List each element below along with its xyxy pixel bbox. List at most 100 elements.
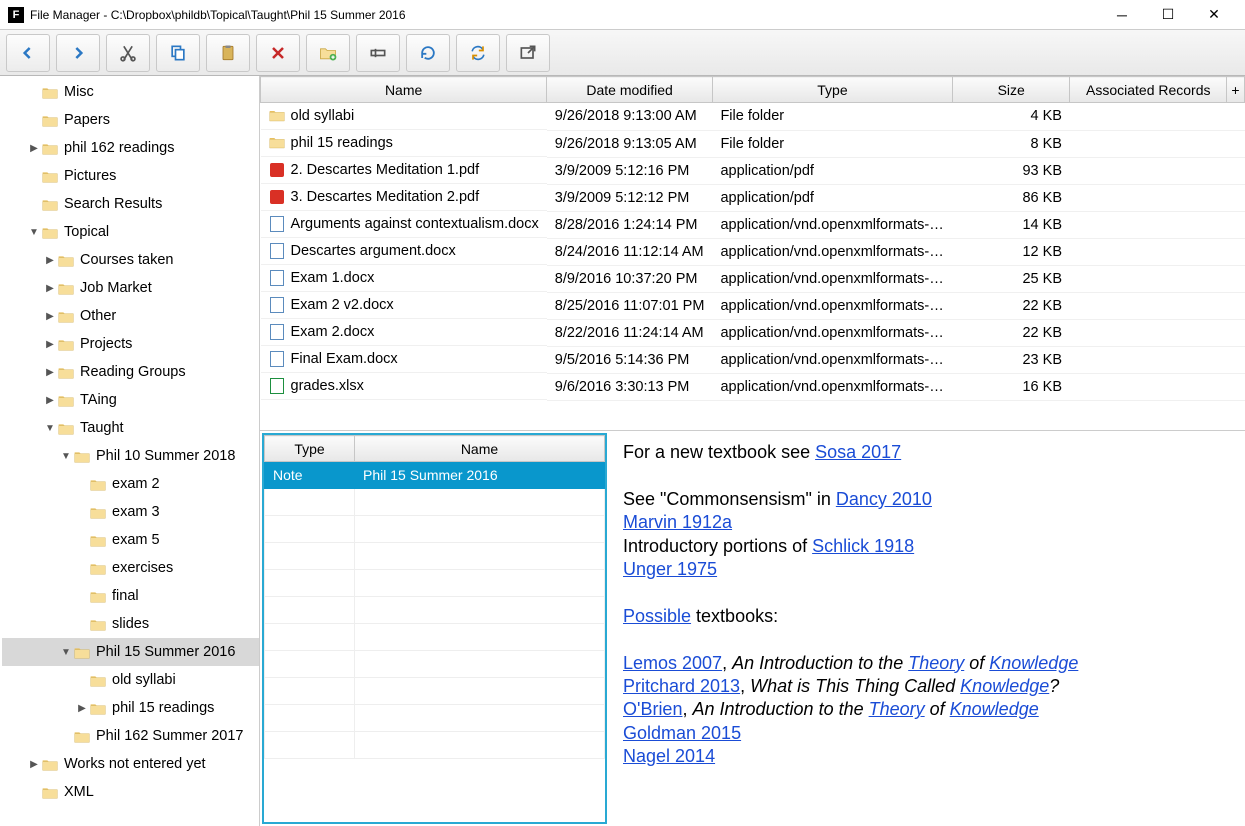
tree-item[interactable]: exam 2 [2,470,259,498]
tree-item[interactable]: ▶Courses taken [2,246,259,274]
chevron-right-icon[interactable]: ▶ [42,367,58,378]
col-type[interactable]: Type [712,77,952,103]
folder-tree[interactable]: MiscPapers▶phil 162 readingsPicturesSear… [0,76,260,826]
record-row-empty[interactable] [265,705,605,732]
chevron-right-icon[interactable]: ▶ [42,283,58,294]
tree-item[interactable]: Misc [2,78,259,106]
record-row-empty[interactable] [265,678,605,705]
col-name[interactable]: Name [261,77,547,103]
tree-item[interactable]: ▶Works not entered yet [2,750,259,778]
file-row[interactable]: 2. Descartes Meditation 1.pdf3/9/2009 5:… [261,157,1245,184]
new-folder-button[interactable] [306,34,350,72]
chevron-right-icon[interactable]: ▶ [42,311,58,322]
link-marvin-1912a[interactable]: Marvin 1912a [623,512,732,532]
chevron-right-icon[interactable]: ▶ [42,339,58,350]
back-button[interactable] [6,34,50,72]
rename-button[interactable] [356,34,400,72]
record-row-empty[interactable] [265,516,605,543]
link-theory[interactable]: Theory [908,653,964,673]
chevron-down-icon[interactable]: ▼ [58,647,74,658]
tree-item[interactable]: slides [2,610,259,638]
chevron-down-icon[interactable]: ▼ [26,227,42,238]
tree-item[interactable]: ▼Phil 10 Summer 2018 [2,442,259,470]
rec-col-name[interactable]: Name [355,436,605,462]
link-nagel-2014[interactable]: Nagel 2014 [623,746,715,766]
tree-item[interactable]: XML [2,778,259,806]
link-knowledge[interactable]: Knowledge [960,676,1049,696]
file-row[interactable]: phil 15 readings9/26/2018 9:13:05 AMFile… [261,130,1245,157]
record-row[interactable]: NotePhil 15 Summer 2016 [265,462,605,489]
tree-item[interactable]: ▶Job Market [2,274,259,302]
record-row-empty[interactable] [265,732,605,759]
link-theory[interactable]: Theory [869,699,925,719]
link-knowledge[interactable]: Knowledge [950,699,1039,719]
chevron-down-icon[interactable]: ▼ [42,423,58,434]
tree-item[interactable]: ▶Other [2,302,259,330]
paste-button[interactable] [206,34,250,72]
cut-button[interactable] [106,34,150,72]
tree-item[interactable]: ▶phil 15 readings [2,694,259,722]
tree-item[interactable]: ▶Reading Groups [2,358,259,386]
close-button[interactable]: ✕ [1191,0,1237,30]
delete-button[interactable] [256,34,300,72]
minimize-button[interactable]: ─ [1099,0,1145,30]
tree-item[interactable]: exercises [2,554,259,582]
record-row-empty[interactable] [265,651,605,678]
refresh-all-button[interactable] [456,34,500,72]
tree-item[interactable]: Phil 162 Summer 2017 [2,722,259,750]
file-row[interactable]: 3. Descartes Meditation 2.pdf3/9/2009 5:… [261,184,1245,211]
forward-button[interactable] [56,34,100,72]
tree-item[interactable]: exam 5 [2,526,259,554]
note-content[interactable]: For a new textbook see Sosa 2017 See "Co… [609,431,1245,826]
record-row-empty[interactable] [265,570,605,597]
file-row[interactable]: grades.xlsx9/6/2016 3:30:13 PMapplicatio… [261,373,1245,400]
record-row-empty[interactable] [265,624,605,651]
link-dancy-2010[interactable]: Dancy 2010 [836,489,932,509]
file-row[interactable]: Final Exam.docx9/5/2016 5:14:36 PMapplic… [261,346,1245,373]
link-possible[interactable]: Possible [623,606,691,626]
tree-item[interactable]: final [2,582,259,610]
tree-item[interactable]: ▶Projects [2,330,259,358]
record-row-empty[interactable] [265,597,605,624]
tree-item[interactable]: ▼Phil 15 Summer 2016 [2,638,259,666]
chevron-right-icon[interactable]: ▶ [26,759,42,770]
copy-button[interactable] [156,34,200,72]
file-row[interactable]: Exam 1.docx8/9/2016 10:37:20 PMapplicati… [261,265,1245,292]
file-row[interactable]: Descartes argument.docx8/24/2016 11:12:1… [261,238,1245,265]
tree-item[interactable]: ▶phil 162 readings [2,134,259,162]
record-row-empty[interactable] [265,489,605,516]
tree-item[interactable]: Pictures [2,162,259,190]
open-external-button[interactable] [506,34,550,72]
tree-item[interactable]: old syllabi [2,666,259,694]
link-sosa-2017[interactable]: Sosa 2017 [815,442,901,462]
records-panel[interactable]: Type Name NotePhil 15 Summer 2016 [262,433,607,824]
tree-item[interactable]: ▼Topical [2,218,259,246]
refresh-button[interactable] [406,34,450,72]
link-obrien[interactable]: O'Brien [623,699,682,719]
link-knowledge[interactable]: Knowledge [989,653,1078,673]
chevron-right-icon[interactable]: ▶ [42,255,58,266]
tree-item[interactable]: exam 3 [2,498,259,526]
col-size[interactable]: Size [952,77,1070,103]
col-assoc[interactable]: Associated Records [1070,77,1227,103]
tree-item[interactable]: Papers [2,106,259,134]
col-date[interactable]: Date modified [547,77,713,103]
chevron-right-icon[interactable]: ▶ [26,143,42,154]
file-row[interactable]: old syllabi9/26/2018 9:13:00 AMFile fold… [261,103,1245,131]
link-goldman-2015[interactable]: Goldman 2015 [623,723,741,743]
record-row-empty[interactable] [265,543,605,570]
link-lemos-2007[interactable]: Lemos 2007 [623,653,722,673]
chevron-down-icon[interactable]: ▼ [58,451,74,462]
col-add[interactable]: + [1227,77,1245,103]
link-pritchard-2013[interactable]: Pritchard 2013 [623,676,740,696]
tree-item[interactable]: ▶TAing [2,386,259,414]
tree-item[interactable]: ▼Taught [2,414,259,442]
tree-item[interactable]: Search Results [2,190,259,218]
link-unger-1975[interactable]: Unger 1975 [623,559,717,579]
file-row[interactable]: Arguments against contextualism.docx8/28… [261,211,1245,238]
link-schlick-1918[interactable]: Schlick 1918 [812,536,914,556]
rec-col-type[interactable]: Type [265,436,355,462]
chevron-right-icon[interactable]: ▶ [42,395,58,406]
file-list[interactable]: Name Date modified Type Size Associated … [260,76,1245,431]
file-row[interactable]: Exam 2 v2.docx8/25/2016 11:07:01 PMappli… [261,292,1245,319]
